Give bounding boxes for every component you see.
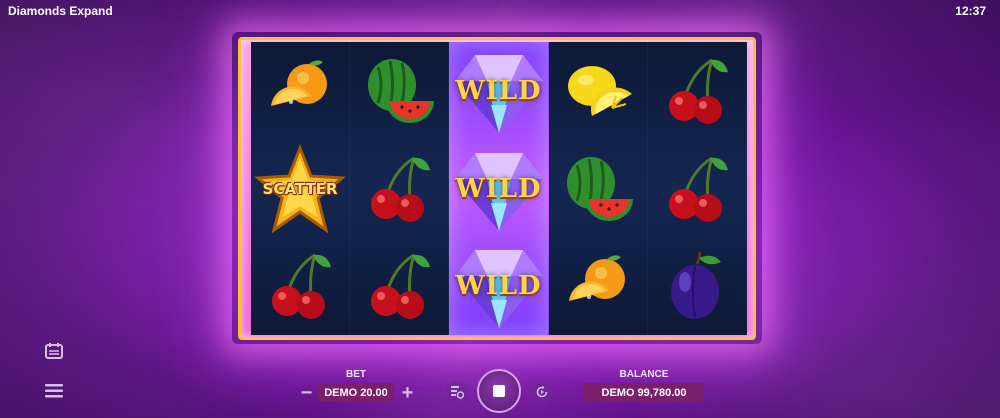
symbol-scatter: SCATTER — [251, 140, 349, 238]
reel-2 — [350, 42, 450, 335]
game-title: Diamonds Expand — [8, 4, 113, 18]
symbol-cherry — [648, 42, 746, 140]
clock: 12:37 — [955, 4, 986, 18]
stop-icon — [493, 385, 505, 397]
reel-grid: SCATTER WILD WILD WILD — [251, 42, 748, 335]
paytable-button[interactable] — [44, 342, 64, 360]
orange-icon — [568, 255, 625, 302]
cherry-icon — [272, 253, 332, 320]
symbol-cherry — [648, 140, 746, 238]
wild-text: WILD — [455, 173, 542, 204]
symbol-wild: WILD — [449, 140, 547, 238]
cherry-icon — [371, 253, 431, 320]
reel-4 — [548, 42, 648, 335]
symbol-lemon — [549, 42, 647, 140]
wild-text: WILD — [455, 271, 542, 302]
control-bar: BET − DEMO 20.00 + BALANCE DEMO 99,780.0… — [0, 360, 1000, 418]
orange-icon — [271, 60, 328, 106]
cherry-icon — [668, 156, 728, 222]
status-bar: Diamonds Expand 12:37 — [0, 0, 1000, 22]
reel-1: SCATTER — [251, 42, 351, 335]
watermelon-icon — [368, 58, 435, 123]
symbol-watermelon — [350, 42, 448, 140]
balance-value: DEMO 99,780.00 — [584, 383, 704, 402]
symbol-cherry — [251, 237, 349, 335]
symbol-orange — [549, 237, 647, 335]
cherry-icon — [668, 58, 728, 124]
lemon-icon — [567, 65, 632, 116]
turbo-icon — [536, 385, 548, 398]
symbol-cherry — [350, 140, 448, 238]
symbol-wild: WILD — [449, 237, 547, 335]
scatter-text: SCATTER — [262, 179, 338, 198]
plum-icon — [670, 251, 721, 320]
autoplay-icon — [451, 386, 464, 399]
spin-stop-button[interactable] — [477, 369, 521, 413]
reel-5 — [647, 42, 748, 335]
watermelon-icon — [566, 156, 633, 221]
bet-increase-button[interactable]: + — [398, 383, 417, 403]
autoplay-button[interactable] — [446, 381, 468, 403]
symbol-wild: WILD — [449, 42, 547, 140]
bet-value: DEMO 20.00 — [318, 383, 394, 402]
symbol-orange — [251, 42, 349, 140]
wild-text: WILD — [455, 75, 542, 106]
symbol-cherry — [350, 237, 448, 335]
reel-3: WILD WILD WILD — [449, 42, 549, 335]
bet-label: BET — [346, 369, 366, 380]
balance-label: BALANCE — [619, 369, 669, 380]
symbol-watermelon — [549, 140, 647, 238]
symbol-plum — [648, 237, 746, 335]
paytable-icon — [45, 343, 63, 359]
cherry-icon — [371, 156, 431, 222]
bet-decrease-button[interactable]: − — [297, 383, 316, 403]
turbo-button[interactable] — [531, 381, 553, 403]
